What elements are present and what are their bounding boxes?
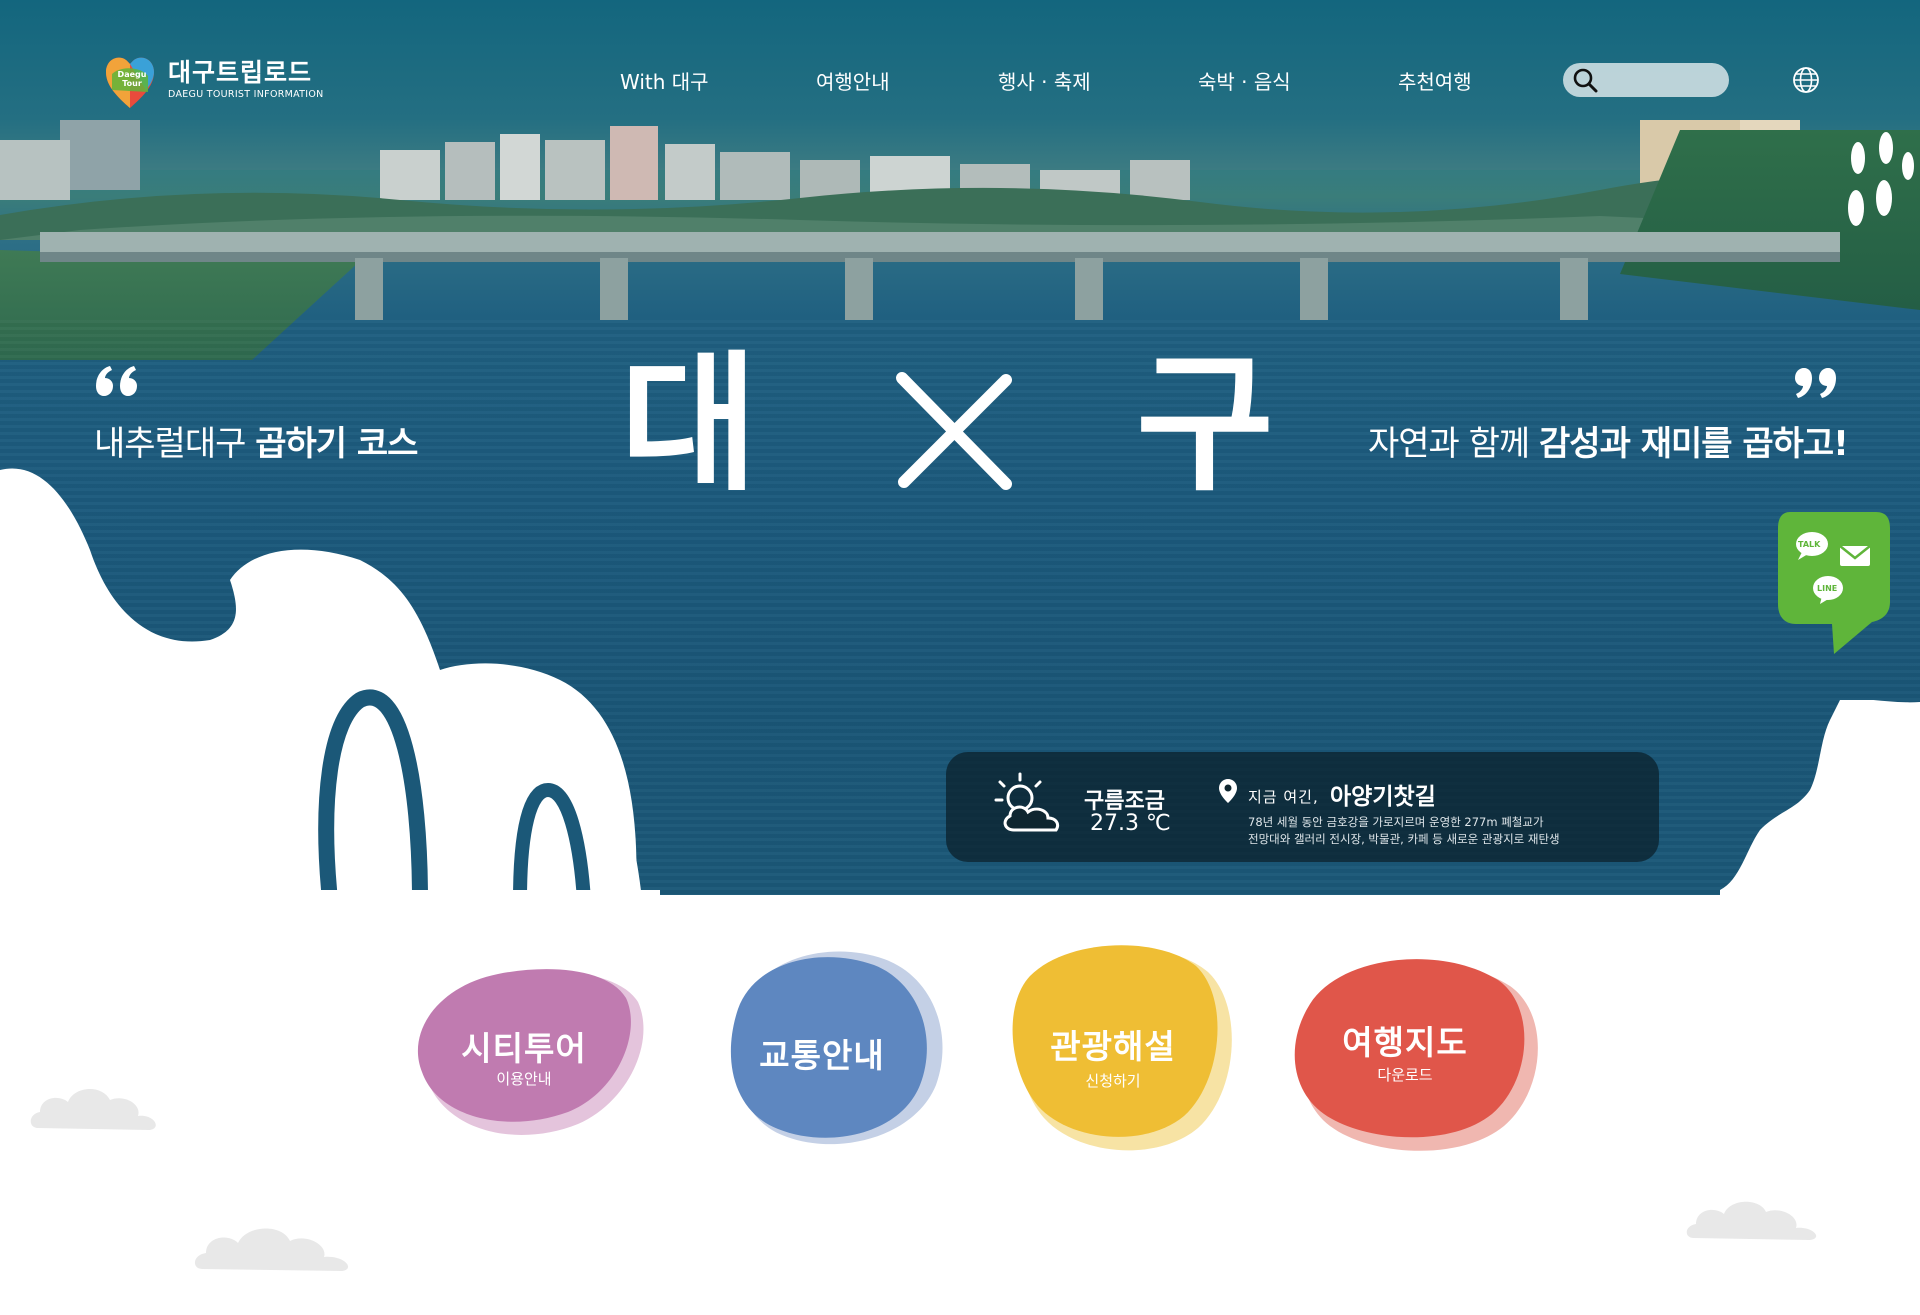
tagline-left: 내추럴대구 곱하기 코스	[94, 424, 418, 464]
logo-badge-text: Daegu Tour	[117, 70, 147, 88]
transport-guide-title: 교통안내	[759, 1036, 885, 1075]
city-skyline	[0, 120, 1920, 240]
bridge-pillar	[845, 258, 873, 320]
place-name-link[interactable]: 아양기찻길	[1330, 777, 1436, 811]
travel-map-title: 여행지도	[1342, 1023, 1468, 1062]
close-quote-icon	[1795, 368, 1836, 398]
transport-guide-button[interactable]: 교통안내	[724, 945, 950, 1150]
open-quote-icon	[96, 366, 137, 396]
cloud-icon	[1686, 1201, 1817, 1240]
white-edge-decoration	[1720, 700, 1920, 900]
hero-char-gu: 구	[1136, 338, 1275, 512]
bridge-pillar	[1560, 258, 1588, 320]
location-pin-icon	[1219, 779, 1237, 803]
kakaotalk-icon[interactable]: TALK	[1798, 540, 1820, 549]
nav-recommended-trips[interactable]: 추천여행	[1398, 66, 1472, 95]
bridge-deck	[40, 232, 1840, 252]
partly-cloudy-icon	[994, 772, 1060, 832]
travel-map-button[interactable]: 여행지도 다운로드	[1290, 950, 1545, 1155]
tagline-right: 자연과 함께 감성과 재미를 곱하고!	[1368, 424, 1849, 464]
cloud-icon	[194, 1228, 349, 1271]
bridge-pillar	[1075, 258, 1103, 320]
travel-map-subtitle: 다운로드	[1377, 1066, 1433, 1084]
share-widget[interactable]: TALK LINE	[1776, 510, 1892, 655]
now-here-label: 지금 여긴,	[1248, 788, 1319, 806]
bridge-pillar	[600, 258, 628, 320]
bridge-pillar	[1300, 258, 1328, 320]
tour-guide-request-subtitle: 신청하기	[1085, 1072, 1141, 1090]
line-icon[interactable]: LINE	[1817, 584, 1837, 593]
cloud-icon	[30, 1088, 156, 1130]
drip-decoration	[1848, 132, 1914, 226]
bridge-pillar	[355, 258, 383, 320]
mail-icon[interactable]	[1840, 546, 1870, 566]
city-tour-title: 시티투어	[461, 1029, 587, 1068]
search-icon[interactable]	[1572, 67, 1598, 93]
nav-travel-guide[interactable]: 여행안내	[816, 66, 890, 95]
logo-title: 대구트립로드	[168, 58, 313, 87]
nav-with-daegu[interactable]: With 대구	[620, 66, 709, 95]
logo-subtitle: DAEGU TOURIST INFORMATION	[168, 89, 324, 100]
globe-icon[interactable]	[1792, 66, 1820, 94]
tour-guide-request-button[interactable]: 관광해설 신청하기	[1008, 942, 1236, 1154]
place-description: 78년 세월 동안 금호강을 가로지르며 운영한 277m 폐철교가 전망대와 …	[1248, 815, 1560, 846]
white-hills-decoration	[0, 468, 660, 980]
tour-guide-request-title: 관광해설	[1050, 1027, 1176, 1066]
weather-temperature: 27.3 ℃	[1090, 811, 1171, 836]
nav-events-festivals[interactable]: 행사 · 축제	[998, 66, 1091, 95]
nav-stay-food[interactable]: 숙박 · 음식	[1198, 66, 1291, 95]
city-tour-button[interactable]: 시티투어 이용안내	[398, 962, 650, 1144]
multiply-icon	[896, 372, 1012, 490]
city-tour-subtitle: 이용안내	[496, 1070, 552, 1088]
